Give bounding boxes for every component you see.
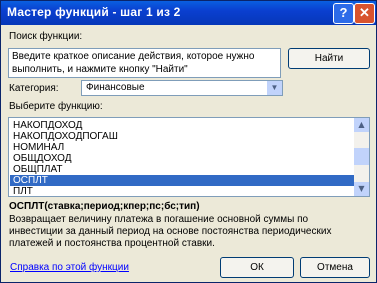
category-label: Категория: xyxy=(9,83,59,94)
close-button[interactable]: ✕ xyxy=(354,3,375,24)
function-list[interactable]: НАКОПДОХОД НАКОПДОХОДПОГАШ НОМИНАЛ ОБЩДО… xyxy=(8,117,370,197)
list-item-selected[interactable]: ОСПЛТ xyxy=(10,175,355,186)
title-bar[interactable]: Мастер функций - шаг 1 из 2 ? ✕ xyxy=(1,1,376,25)
list-scrollbar[interactable]: ▲ ▼ xyxy=(354,118,369,196)
category-select[interactable]: Финансовые ▼ xyxy=(81,80,283,96)
chevron-down-icon[interactable]: ▼ xyxy=(267,81,282,95)
cancel-button[interactable]: Отмена xyxy=(300,257,370,278)
list-item[interactable]: НАКОПДОХОД xyxy=(13,120,82,131)
list-item[interactable]: ОБЩПЛАТ xyxy=(13,164,62,175)
search-label: Поиск функции: xyxy=(9,31,83,42)
ok-button[interactable]: ОК xyxy=(220,257,294,278)
search-input[interactable]: Введите краткое описание действия, котор… xyxy=(8,48,281,78)
scroll-thumb[interactable] xyxy=(354,148,369,165)
function-help-link[interactable]: Справка по этой функции xyxy=(10,262,129,273)
list-item[interactable]: НОМИНАЛ xyxy=(13,142,64,153)
help-button[interactable]: ? xyxy=(333,3,354,24)
scroll-up-icon[interactable]: ▲ xyxy=(354,118,369,132)
functions-label: Выберите функцию: xyxy=(9,101,103,112)
find-button[interactable]: Найти xyxy=(288,48,370,69)
function-signature: ОСПЛТ(ставка;период;кпер;пс;бс;тип) xyxy=(9,201,200,212)
category-value: Финансовые xyxy=(86,82,145,93)
list-item[interactable]: ОБЩДОХОД xyxy=(13,153,72,164)
scroll-down-icon[interactable]: ▼ xyxy=(354,182,369,196)
function-wizard-dialog: Мастер функций - шаг 1 из 2 ? ✕ Поиск фу… xyxy=(0,0,377,283)
dialog-title: Мастер функций - шаг 1 из 2 xyxy=(7,5,181,19)
list-item[interactable]: ПЛТ xyxy=(13,186,33,196)
function-description: Возвращает величину платежа в погашение … xyxy=(9,214,332,249)
list-item[interactable]: НАКОПДОХОДПОГАШ xyxy=(13,131,118,142)
